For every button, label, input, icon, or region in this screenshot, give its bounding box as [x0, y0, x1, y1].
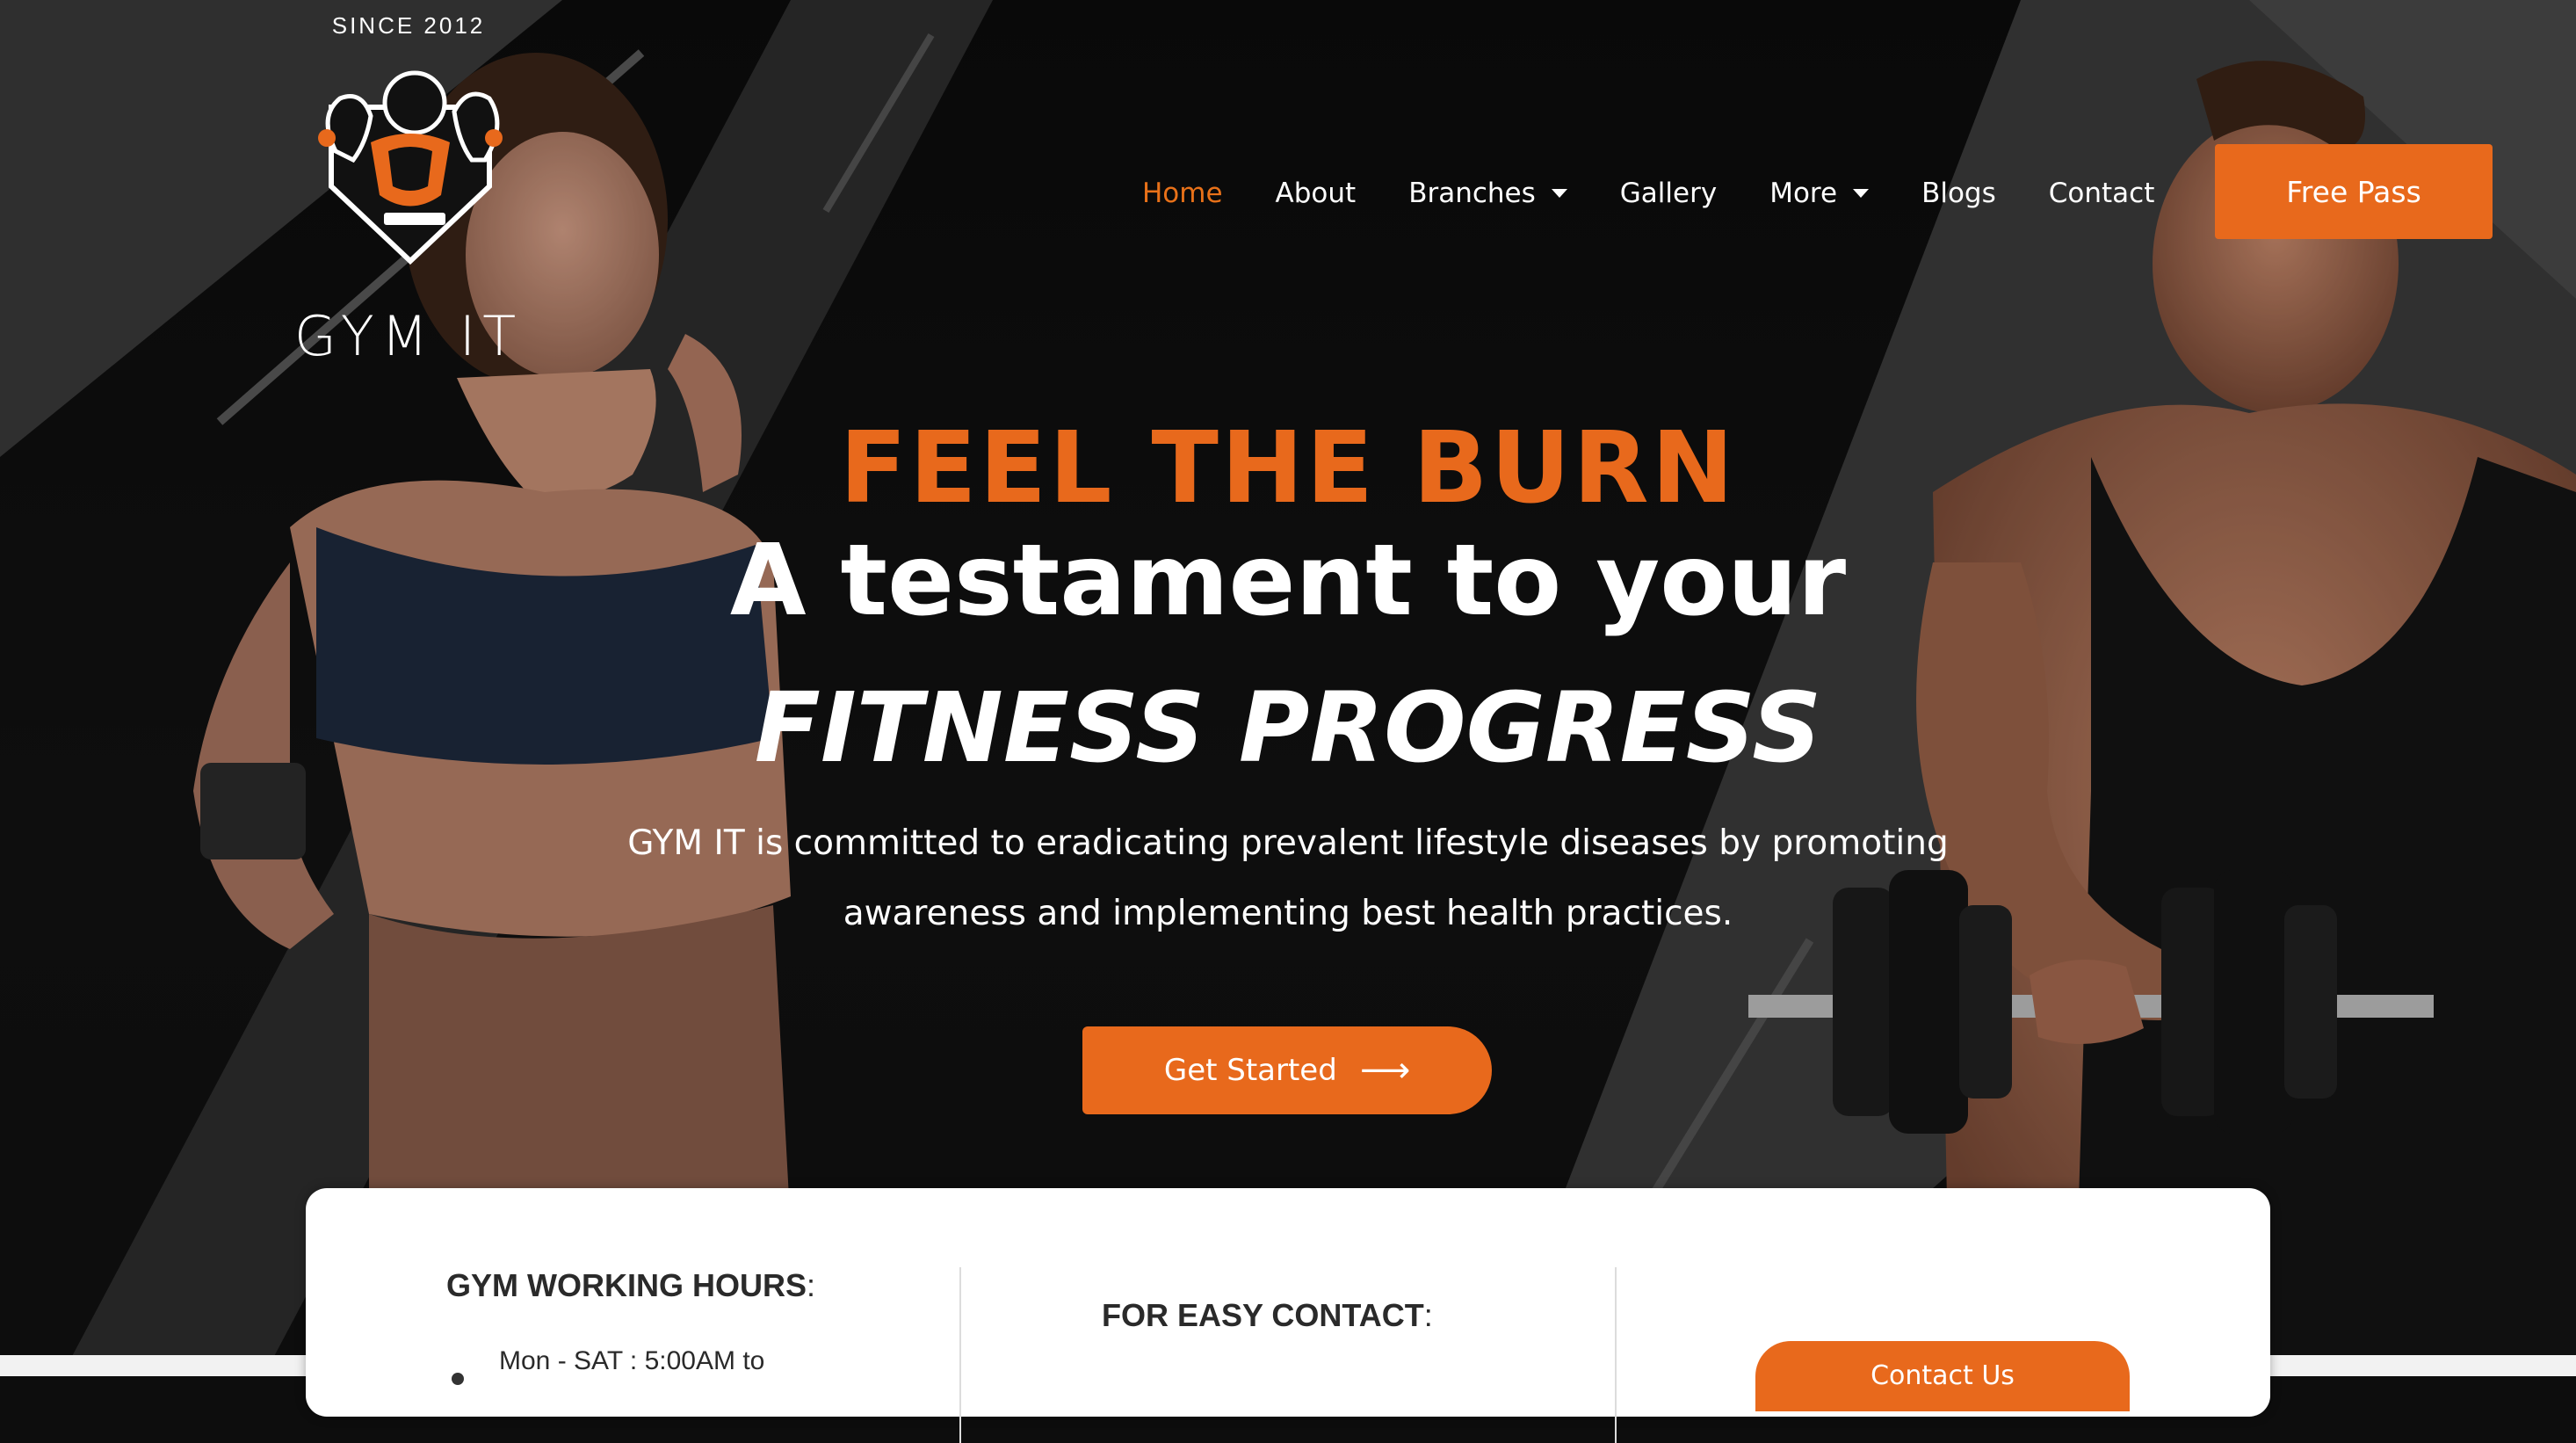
- nav-home[interactable]: Home: [1142, 178, 1223, 209]
- since-label: SINCE 2012: [331, 12, 486, 39]
- nav-blogs-label: Blogs: [1921, 178, 1996, 209]
- caret-down-icon: [1551, 189, 1567, 198]
- nav-more-label: More: [1769, 178, 1838, 209]
- nav-blogs[interactable]: Blogs: [1921, 178, 1996, 209]
- hero-headline-main: A testament to your: [729, 524, 1847, 638]
- nav-branches-label: Branches: [1408, 178, 1536, 209]
- gym-logo-icon[interactable]: [300, 63, 520, 274]
- info-card: GYM WORKING HOURS: Mon - SAT : 5:00AM to…: [306, 1188, 2270, 1443]
- contact-us-button[interactable]: Contact Us: [1755, 1341, 2130, 1411]
- get-started-label: Get Started: [1163, 1053, 1337, 1088]
- contact-title: FOR EASY CONTACT:: [1102, 1297, 1433, 1334]
- nav-contact[interactable]: Contact: [2049, 178, 2155, 209]
- main-nav: Home About Branches Gallery More Blogs C…: [1142, 167, 2207, 220]
- nav-about-label: About: [1275, 178, 1357, 209]
- hours-line: Mon - SAT : 5:00AM to: [499, 1346, 765, 1375]
- column-divider: [1615, 1267, 1617, 1443]
- nav-gallery-label: Gallery: [1619, 178, 1718, 209]
- hours-title: GYM WORKING HOURS:: [446, 1267, 815, 1304]
- nav-branches[interactable]: Branches: [1408, 178, 1567, 209]
- hero-description-line-2: awareness and implementing best health p…: [843, 894, 1733, 933]
- nav-contact-label: Contact: [2048, 178, 2155, 209]
- hours-title-text: GYM WORKING HOURS: [446, 1267, 807, 1303]
- hours-title-colon: :: [807, 1267, 816, 1303]
- brand-name: GYM IT: [293, 304, 524, 368]
- bullet-icon: [452, 1373, 464, 1385]
- free-pass-button[interactable]: Free Pass: [2215, 144, 2493, 239]
- contact-title-text: FOR EASY CONTACT: [1102, 1297, 1424, 1333]
- nav-about[interactable]: About: [1276, 178, 1357, 209]
- nav-home-label: Home: [1142, 178, 1223, 209]
- contact-title-colon: :: [1423, 1297, 1433, 1333]
- caret-down-icon: [1853, 189, 1870, 198]
- hero-headline-italic: FITNESS PROGRESS: [754, 671, 1822, 784]
- arrow-right-icon: ⟶: [1359, 1050, 1411, 1091]
- nav-gallery[interactable]: Gallery: [1620, 178, 1717, 209]
- get-started-button[interactable]: Get Started ⟶: [1082, 1026, 1492, 1114]
- column-divider: [959, 1267, 961, 1443]
- nav-more[interactable]: More: [1769, 178, 1870, 209]
- hero-description-line-1: GYM IT is committed to eradicating preva…: [627, 823, 1949, 863]
- hero-headline-accent: FEEL THE BURN: [839, 411, 1737, 526]
- hero-description: GYM IT is committed to eradicating preva…: [497, 809, 2079, 949]
